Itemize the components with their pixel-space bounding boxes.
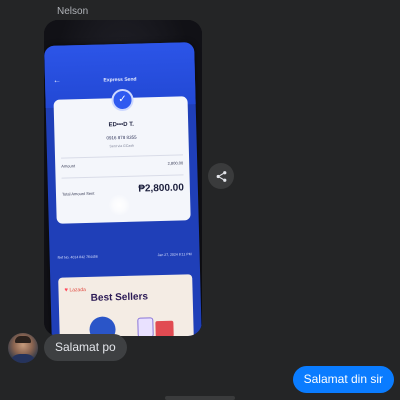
amount-row: Amount 2,800.00 xyxy=(61,160,183,168)
ref-value: 4014 842 764456 xyxy=(70,254,98,260)
phone-screen: ← Express Send ✓ ED•••D T. 0916 878 8355… xyxy=(44,42,202,336)
avatar-shirt xyxy=(10,354,36,363)
reference-row: Ref No. 4014 842 764456 Jan 27, 2024 8:1… xyxy=(58,252,192,260)
photo-attachment[interactable]: ← Express Send ✓ ED•••D T. 0916 878 8355… xyxy=(44,20,202,336)
total-value: ₱2,800.00 xyxy=(138,182,185,195)
checkmark-icon: ✓ xyxy=(111,88,134,112)
incoming-message-bubble[interactable]: Salamat po xyxy=(44,334,127,361)
scroll-indicator xyxy=(165,396,235,400)
share-icon xyxy=(216,170,226,182)
banner-brand: ♥ Lazada xyxy=(64,287,86,294)
share-button[interactable] xyxy=(208,163,234,189)
divider xyxy=(61,174,184,179)
banner-brand-text: Lazada xyxy=(69,287,86,294)
total-label: Total Amount Sent xyxy=(61,190,95,197)
bag-image xyxy=(137,317,154,336)
divider xyxy=(61,154,184,159)
transaction-date: Jan 27, 2024 8:11 PM xyxy=(157,252,192,258)
recipient-number: 0916 878 8355 xyxy=(106,134,137,141)
amount-value: 2,800.00 xyxy=(167,160,184,166)
box-image xyxy=(155,320,174,336)
ref-label: Ref No. xyxy=(57,255,70,260)
avatar-hair xyxy=(15,336,31,343)
sender-avatar[interactable] xyxy=(8,333,38,363)
amount-label: Amount xyxy=(61,163,76,169)
banner-title: Best Sellers xyxy=(90,291,149,304)
sender-name: Nelson xyxy=(57,6,89,17)
outgoing-message-bubble[interactable]: Salamat din sir xyxy=(292,366,394,393)
recipient-name: ED•••D T. xyxy=(108,121,134,129)
lazada-heart-icon: ♥ xyxy=(64,287,69,294)
promo-banner: ♥ Lazada Best Sellers xyxy=(58,274,195,336)
sent-via-text: Sent via GCash xyxy=(109,143,135,149)
